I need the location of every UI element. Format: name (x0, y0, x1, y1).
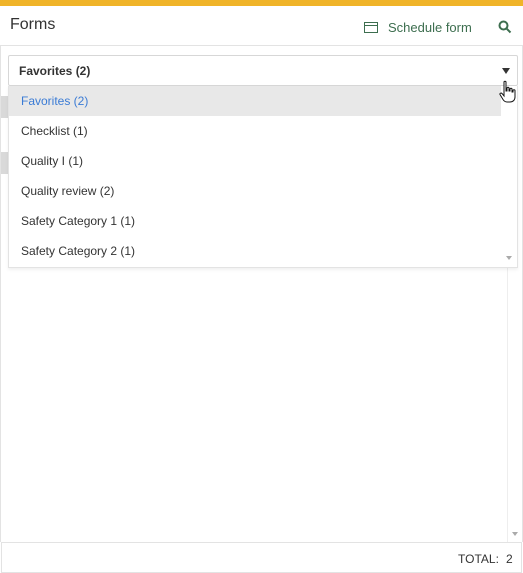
category-select[interactable]: Favorites (2) (8, 55, 518, 86)
total-value: 2 (506, 552, 513, 566)
category-option[interactable]: Favorites (2) (9, 86, 501, 116)
hand-pointer-cursor-icon (499, 80, 516, 103)
caret-down-icon (502, 68, 510, 74)
list-item-peek (1, 152, 8, 174)
category-dropdown: Favorites (2) Checklist (1) Quality I (1… (8, 86, 518, 268)
category-option[interactable]: Quality review (2) (9, 176, 501, 206)
category-option[interactable]: Quality I (1) (9, 146, 501, 176)
schedule-form-label: Schedule form (388, 19, 472, 35)
search-icon[interactable] (498, 20, 512, 34)
footer: TOTAL: 2 (1, 542, 522, 573)
total-label: TOTAL: (458, 552, 499, 566)
calendar-icon (364, 22, 378, 33)
scroll-down-arrow-icon[interactable] (506, 256, 512, 260)
category-option[interactable]: Safety Category 2 (1) (9, 236, 501, 266)
dropdown-scrollbar[interactable] (501, 86, 517, 267)
schedule-form-button[interactable]: Schedule form (364, 18, 472, 36)
category-option[interactable]: Checklist (1) (9, 116, 501, 146)
category-select-value: Favorites (2) (19, 64, 91, 78)
category-option[interactable]: Safety Category 1 (1) (9, 206, 501, 236)
page-title: Forms (10, 16, 56, 33)
scroll-down-arrow-icon[interactable] (512, 532, 518, 536)
list-item-peek (1, 96, 8, 118)
header: Forms Schedule form (0, 6, 523, 46)
